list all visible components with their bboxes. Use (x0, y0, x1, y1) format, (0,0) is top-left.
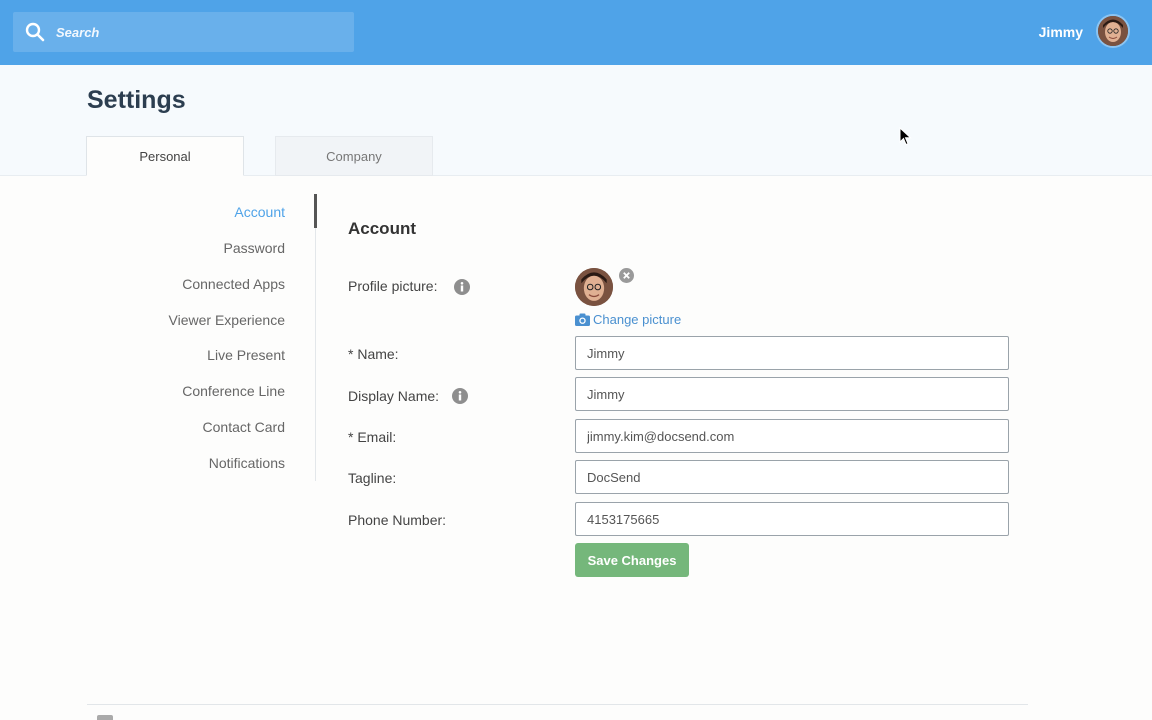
top-bar: Jimmy (0, 0, 1152, 65)
footer-divider (87, 704, 1028, 705)
sidebar-item-conference-line[interactable]: Conference Line (182, 383, 285, 399)
section-title: Account (348, 219, 416, 238)
sidebar-item-contact-card[interactable]: Contact Card (203, 419, 285, 435)
name-label: * Name: (348, 346, 399, 362)
email-field[interactable] (575, 419, 1009, 453)
sidebar-item-connected-apps[interactable]: Connected Apps (182, 276, 285, 292)
info-icon[interactable] (454, 279, 470, 295)
sidebar-item-notifications[interactable]: Notifications (209, 455, 285, 471)
search-icon (25, 22, 45, 42)
phone-number-label: Phone Number: (348, 512, 447, 528)
avatar[interactable] (1096, 14, 1130, 48)
tagline-label: Tagline: (348, 470, 397, 486)
sidebar-item-account[interactable]: Account (234, 204, 285, 220)
mouse-cursor-icon (899, 127, 912, 146)
tab-personal[interactable]: Personal (86, 136, 244, 176)
search-box[interactable] (13, 12, 354, 52)
display-name-label: Display Name: (348, 388, 440, 404)
sidebar-item-live-present[interactable]: Live Present (207, 347, 285, 363)
search-input[interactable] (56, 12, 346, 52)
profile-picture (575, 268, 613, 306)
phone-number-field[interactable] (575, 502, 1009, 536)
camera-icon (575, 313, 590, 326)
avatar-image (1098, 16, 1128, 46)
active-indicator (314, 194, 317, 228)
user-name[interactable]: Jimmy (1039, 24, 1083, 40)
settings-sidenav: Account Password Connected Apps Viewer E… (120, 194, 317, 481)
change-picture-label[interactable]: Change picture (593, 312, 681, 327)
profile-picture-label: Profile picture: (348, 278, 438, 294)
save-changes-button[interactable]: Save Changes (575, 543, 689, 577)
social-icon[interactable] (97, 715, 113, 720)
close-circle-icon[interactable] (619, 268, 634, 283)
display-name-field[interactable] (575, 377, 1009, 411)
page-title: Settings (87, 86, 186, 114)
tab-company[interactable]: Company (275, 136, 433, 176)
email-label: * Email: (348, 429, 397, 445)
name-field[interactable] (575, 336, 1009, 370)
sidebar-item-viewer-experience[interactable]: Viewer Experience (169, 312, 285, 328)
change-picture-link[interactable]: Change picture (575, 312, 681, 327)
tagline-field[interactable] (575, 460, 1009, 494)
info-icon[interactable] (452, 388, 468, 404)
sidebar-item-password[interactable]: Password (224, 240, 285, 256)
